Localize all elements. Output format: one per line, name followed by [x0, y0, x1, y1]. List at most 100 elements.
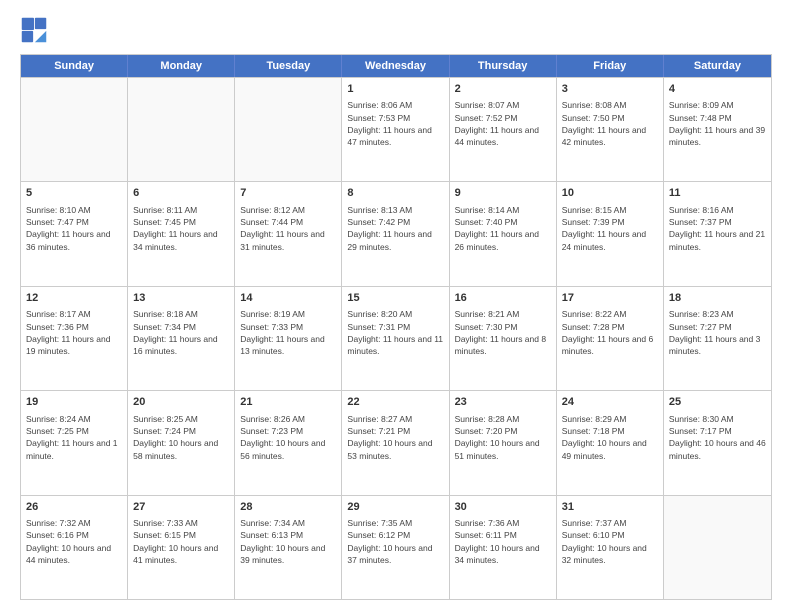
logo-icon [20, 16, 48, 44]
day-number: 6 [133, 186, 229, 201]
day-number: 12 [26, 291, 122, 306]
header-saturday: Saturday [664, 55, 771, 77]
calendar-cell-0-1 [128, 78, 235, 181]
day-content: Sunrise: 8:29 AM Sunset: 7:18 PM Dayligh… [562, 413, 658, 462]
header-thursday: Thursday [450, 55, 557, 77]
calendar-cell-1-4: 9Sunrise: 8:14 AM Sunset: 7:40 PM Daylig… [450, 182, 557, 285]
day-number: 2 [455, 82, 551, 97]
day-number: 7 [240, 186, 336, 201]
day-number: 8 [347, 186, 443, 201]
header-sunday: Sunday [21, 55, 128, 77]
day-number: 3 [562, 82, 658, 97]
day-number: 24 [562, 395, 658, 410]
day-content: Sunrise: 8:27 AM Sunset: 7:21 PM Dayligh… [347, 413, 443, 462]
day-number: 18 [669, 291, 766, 306]
day-number: 26 [26, 500, 122, 515]
calendar-row-0: 1Sunrise: 8:06 AM Sunset: 7:53 PM Daylig… [21, 77, 771, 181]
day-number: 28 [240, 500, 336, 515]
day-content: Sunrise: 8:24 AM Sunset: 7:25 PM Dayligh… [26, 413, 122, 462]
day-content: Sunrise: 8:20 AM Sunset: 7:31 PM Dayligh… [347, 308, 443, 357]
day-content: Sunrise: 8:16 AM Sunset: 7:37 PM Dayligh… [669, 204, 766, 253]
day-content: Sunrise: 8:22 AM Sunset: 7:28 PM Dayligh… [562, 308, 658, 357]
calendar-cell-3-6: 25Sunrise: 8:30 AM Sunset: 7:17 PM Dayli… [664, 391, 771, 494]
day-content: Sunrise: 7:32 AM Sunset: 6:16 PM Dayligh… [26, 517, 122, 566]
day-content: Sunrise: 8:12 AM Sunset: 7:44 PM Dayligh… [240, 204, 336, 253]
day-content: Sunrise: 8:07 AM Sunset: 7:52 PM Dayligh… [455, 99, 551, 148]
calendar-cell-1-1: 6Sunrise: 8:11 AM Sunset: 7:45 PM Daylig… [128, 182, 235, 285]
calendar-cell-0-5: 3 Sunrise: 8:08 AM Sunset: 7:50 PM Daylig… [557, 78, 664, 181]
logo [20, 16, 50, 44]
calendar-cell-1-5: 10 Sunrise: 8:15 AM Sunset: 7:39 PM Dayli… [557, 182, 664, 285]
calendar-cell-2-2: 14 Sunrise: 8:19 AM Sunset: 7:33 PM Dayli… [235, 287, 342, 390]
day-number: 5 [26, 186, 122, 201]
day-content: Sunrise: 8:21 AM Sunset: 7:30 PM Dayligh… [455, 308, 551, 357]
day-content: Sunrise: 7:35 AM Sunset: 6:12 PM Dayligh… [347, 517, 443, 566]
day-content: Sunrise: 8:30 AM Sunset: 7:17 PM Dayligh… [669, 413, 766, 462]
calendar-cell-2-0: 12 Sunrise: 8:17 AM Sunset: 7:36 PM Dayli… [21, 287, 128, 390]
day-number: 23 [455, 395, 551, 410]
day-content: Sunrise: 7:37 AM Sunset: 6:10 PM Dayligh… [562, 517, 658, 566]
calendar-cell-0-4: 2 Sunrise: 8:07 AM Sunset: 7:52 PM Daylig… [450, 78, 557, 181]
calendar-cell-3-5: 24 Sunrise: 8:29 AM Sunset: 7:18 PM Dayli… [557, 391, 664, 494]
calendar-header: Sunday Monday Tuesday Wednesday Thursday… [21, 55, 771, 77]
day-number: 21 [240, 395, 336, 410]
header-tuesday: Tuesday [235, 55, 342, 77]
day-content: Sunrise: 8:23 AM Sunset: 7:27 PM Dayligh… [669, 308, 766, 357]
calendar-cell-4-1: 27 Sunrise: 7:33 AM Sunset: 6:15 PM Dayli… [128, 496, 235, 599]
day-number: 19 [26, 395, 122, 410]
calendar-cell-1-6: 11 Sunrise: 8:16 AM Sunset: 7:37 PM Dayli… [664, 182, 771, 285]
day-number: 10 [562, 186, 658, 201]
day-content: Sunrise: 8:26 AM Sunset: 7:23 PM Dayligh… [240, 413, 336, 462]
day-content: Sunrise: 8:19 AM Sunset: 7:33 PM Dayligh… [240, 308, 336, 357]
calendar-cell-3-3: 22 Sunrise: 8:27 AM Sunset: 7:21 PM Dayli… [342, 391, 449, 494]
day-content: Sunrise: 8:08 AM Sunset: 7:50 PM Dayligh… [562, 99, 658, 148]
calendar-cell-4-3: 29 Sunrise: 7:35 AM Sunset: 6:12 PM Dayli… [342, 496, 449, 599]
calendar-cell-4-6 [664, 496, 771, 599]
day-number: 13 [133, 291, 229, 306]
calendar-cell-2-5: 17 Sunrise: 8:22 AM Sunset: 7:28 PM Dayli… [557, 287, 664, 390]
day-content: Sunrise: 7:33 AM Sunset: 6:15 PM Dayligh… [133, 517, 229, 566]
calendar-cell-1-2: 7 Sunrise: 8:12 AM Sunset: 7:44 PM Daylig… [235, 182, 342, 285]
day-number: 11 [669, 186, 766, 201]
day-number: 16 [455, 291, 551, 306]
day-content: Sunrise: 8:18 AM Sunset: 7:34 PM Dayligh… [133, 308, 229, 357]
calendar-cell-1-3: 8 Sunrise: 8:13 AM Sunset: 7:42 PM Daylig… [342, 182, 449, 285]
day-content: Sunrise: 8:28 AM Sunset: 7:20 PM Dayligh… [455, 413, 551, 462]
calendar-cell-2-1: 13 Sunrise: 8:18 AM Sunset: 7:34 PM Dayli… [128, 287, 235, 390]
calendar-cell-3-0: 19 Sunrise: 8:24 AM Sunset: 7:25 PM Dayli… [21, 391, 128, 494]
calendar-cell-0-2 [235, 78, 342, 181]
calendar-cell-0-0 [21, 78, 128, 181]
day-content: Sunrise: 8:09 AM Sunset: 7:48 PM Dayligh… [669, 99, 766, 148]
calendar-cell-4-5: 31Sunrise: 7:37 AM Sunset: 6:10 PM Dayli… [557, 496, 664, 599]
calendar-cell-4-4: 30 Sunrise: 7:36 AM Sunset: 6:11 PM Dayli… [450, 496, 557, 599]
day-number: 17 [562, 291, 658, 306]
calendar-cell-2-6: 18 Sunrise: 8:23 AM Sunset: 7:27 PM Dayli… [664, 287, 771, 390]
day-number: 29 [347, 500, 443, 515]
calendar-cell-2-3: 15 Sunrise: 8:20 AM Sunset: 7:31 PM Dayli… [342, 287, 449, 390]
calendar-row-2: 12 Sunrise: 8:17 AM Sunset: 7:36 PM Dayli… [21, 286, 771, 390]
day-content: Sunrise: 8:14 AM Sunset: 7:40 PM Dayligh… [455, 204, 551, 253]
day-content: Sunrise: 8:13 AM Sunset: 7:42 PM Dayligh… [347, 204, 443, 253]
day-number: 20 [133, 395, 229, 410]
day-number: 27 [133, 500, 229, 515]
day-content: Sunrise: 8:15 AM Sunset: 7:39 PM Dayligh… [562, 204, 658, 253]
calendar: Sunday Monday Tuesday Wednesday Thursday… [20, 54, 772, 600]
day-content: Sunrise: 7:36 AM Sunset: 6:11 PM Dayligh… [455, 517, 551, 566]
calendar-cell-4-2: 28 Sunrise: 7:34 AM Sunset: 6:13 PM Dayli… [235, 496, 342, 599]
day-number: 15 [347, 291, 443, 306]
day-content: Sunrise: 8:17 AM Sunset: 7:36 PM Dayligh… [26, 308, 122, 357]
day-content: Sunrise: 8:06 AM Sunset: 7:53 PM Dayligh… [347, 99, 443, 148]
calendar-cell-0-3: 1Sunrise: 8:06 AM Sunset: 7:53 PM Daylig… [342, 78, 449, 181]
day-content: Sunrise: 8:10 AM Sunset: 7:47 PM Dayligh… [26, 204, 122, 253]
calendar-cell-4-0: 26 Sunrise: 7:32 AM Sunset: 6:16 PM Dayli… [21, 496, 128, 599]
day-number: 22 [347, 395, 443, 410]
page: Sunday Monday Tuesday Wednesday Thursday… [0, 0, 792, 612]
day-content: Sunrise: 7:34 AM Sunset: 6:13 PM Dayligh… [240, 517, 336, 566]
header-monday: Monday [128, 55, 235, 77]
calendar-body: 1Sunrise: 8:06 AM Sunset: 7:53 PM Daylig… [21, 77, 771, 599]
day-number: 14 [240, 291, 336, 306]
day-content: Sunrise: 8:25 AM Sunset: 7:24 PM Dayligh… [133, 413, 229, 462]
day-number: 30 [455, 500, 551, 515]
calendar-cell-2-4: 16 Sunrise: 8:21 AM Sunset: 7:30 PM Dayli… [450, 287, 557, 390]
header-friday: Friday [557, 55, 664, 77]
